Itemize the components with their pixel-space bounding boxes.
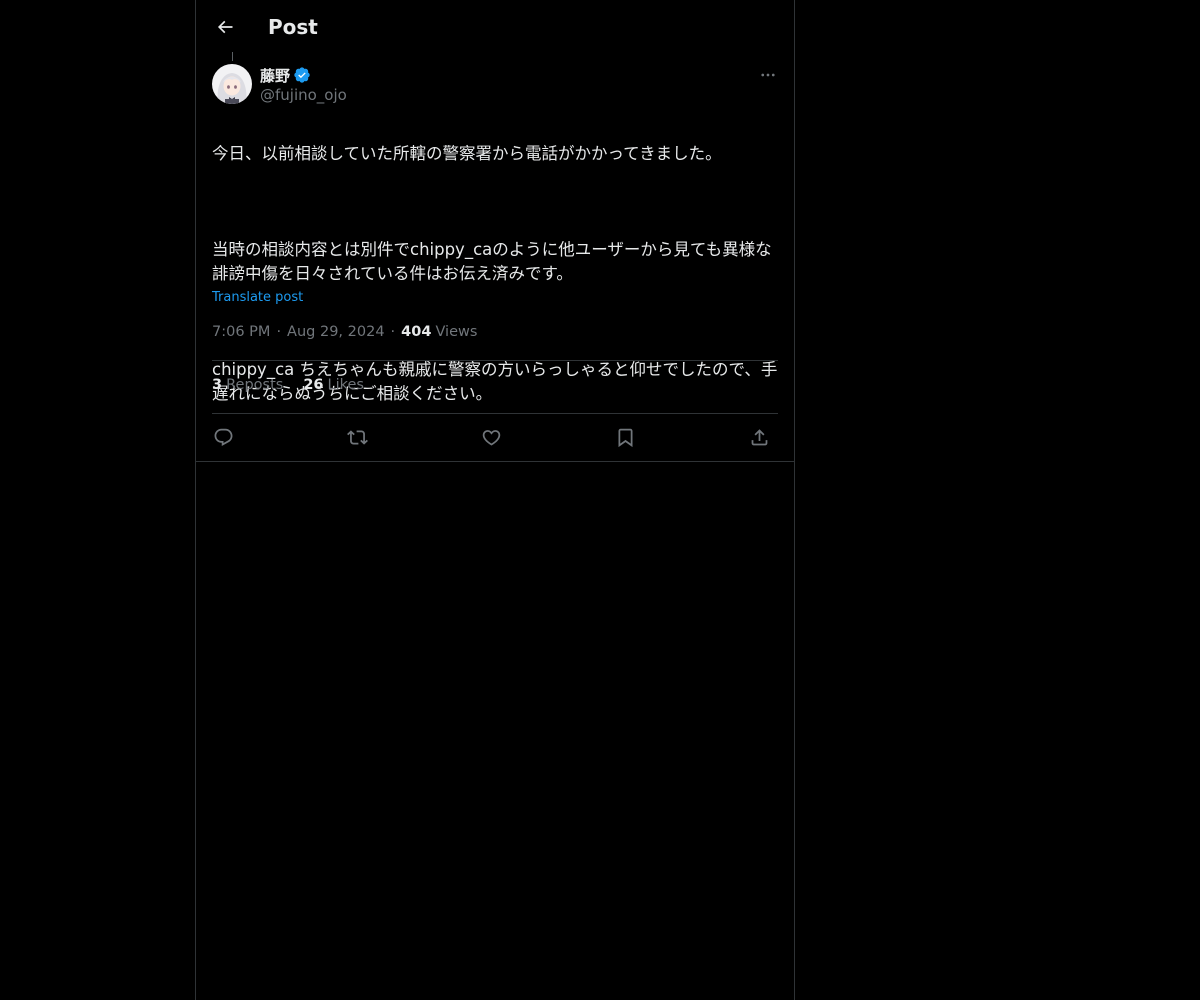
post-header: Post [196,0,794,53]
reply-icon [214,428,232,446]
page-title: Post [268,15,318,39]
post-date[interactable]: Aug 29, 2024 [287,324,385,340]
avatar[interactable] [212,64,252,104]
likes-stat[interactable]: 26 Likes [303,377,364,393]
translate-post-link[interactable]: Translate post [212,290,303,305]
post-metadata: 7:06 PM · Aug 29, 2024 · 404 Views [212,324,477,340]
likes-label: Likes [327,377,364,393]
like-button[interactable] [476,422,506,452]
post-bottom-border [196,461,794,462]
views-count: 404 [401,324,432,340]
divider [212,360,778,361]
post-text-paragraph-1: 今日、以前相談していた所轄の警察署から電話がかかってきました。 [212,144,722,163]
thread-connector-line [232,52,233,61]
divider [212,413,778,414]
reply-button[interactable] [208,422,238,452]
likes-count: 26 [303,377,324,393]
verified-badge-icon [293,66,311,84]
post-text-paragraph-2: 当時の相談内容とは別件でchippy_caのように他ユーザーから見ても異様な誹謗… [212,240,772,283]
separator-dot: · [390,324,396,340]
post-column: Post 藤野 @fujino_ojo 今日、以前相談していた所轄の警察署から電… [195,0,795,1000]
back-button[interactable] [208,10,242,44]
reposts-count: 3 [212,377,223,393]
author-display-name[interactable]: 藤野 [260,65,290,86]
author-handle[interactable]: @fujino_ojo [260,86,347,104]
repost-button[interactable] [342,422,372,452]
views-label: Views [435,324,478,340]
more-options-button[interactable] [756,64,780,86]
bookmark-icon [618,428,632,447]
more-horizontal-icon [761,73,775,77]
bookmark-button[interactable] [610,422,640,452]
post-actions-bar [212,422,778,452]
avatar-image [212,64,252,104]
post-stats: 3 Reposts 26 Likes [212,377,364,393]
share-button[interactable] [744,422,774,452]
repost-icon [346,429,368,445]
arrow-left-icon [217,20,233,34]
reposts-stat[interactable]: 3 Reposts [212,377,283,393]
heart-icon [482,429,500,446]
separator-dot: · [276,324,282,340]
post-time[interactable]: 7:06 PM [212,324,270,340]
share-icon [751,428,767,445]
author-name-row: 藤野 [260,64,311,86]
reposts-label: Reposts [226,377,284,393]
